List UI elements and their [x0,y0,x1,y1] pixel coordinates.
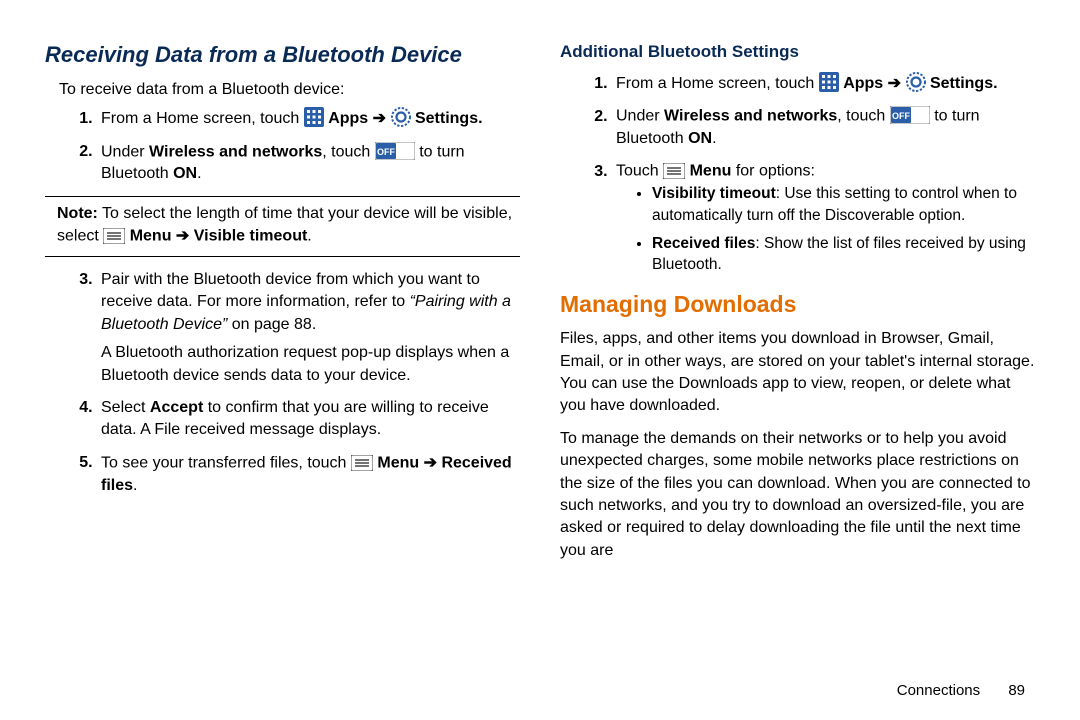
r-s3-a: Touch [616,163,663,180]
right-step-1: From a Home screen, touch Apps ➔ Setting… [612,72,1035,95]
page-content: Receiving Data from a Bluetooth Device T… [0,0,1080,680]
left-step-1: From a Home screen, touch Apps ➔ Setting… [97,107,520,130]
apps-icon [304,107,324,130]
left-step4-accept: Accept [150,399,203,416]
left-step1-text-a: From a Home screen, touch [101,110,304,127]
menu-icon [351,452,373,474]
left-step5-a: To see your transferred files, touch [101,454,351,471]
left-step2-b: Wireless and networks [149,143,322,160]
managing-downloads-p1: Files, apps, and other items you downloa… [560,328,1035,418]
left-heading: Receiving Data from a Bluetooth Device [45,40,520,71]
settings-icon [391,107,411,130]
left-step2-c: , touch [322,143,374,160]
arrow-icon: ➔ [373,110,386,127]
r-s2-b: Wireless and networks [664,108,837,125]
footer-section: Connections [897,682,980,699]
off-toggle-icon [890,105,930,127]
managing-downloads-p2: To manage the demands on their networks … [560,428,1035,562]
note-menu: Menu [130,228,176,245]
settings-icon [906,72,926,95]
r-s1-apps: Apps [843,75,887,92]
left-steps-bottom: Pair with the Bluetooth device from whic… [45,269,520,497]
left-step2-a: Under [101,143,149,160]
r-s2-c: , touch [837,108,889,125]
left-step-2: Under Wireless and networks, touch to tu… [97,141,520,186]
r-s3-b: for options: [731,163,815,180]
right-column: Additional Bluetooth Settings From a Hom… [560,40,1035,660]
r-s2-on: ON [688,130,712,147]
right-steps: From a Home screen, touch Apps ➔ Setting… [560,72,1035,276]
r-s2-a: Under [616,108,664,125]
left-step3-b: on page 88. [227,316,316,333]
off-toggle-icon [375,141,415,163]
b2-label: Received files [652,235,755,252]
r-s1-a: From a Home screen, touch [616,75,819,92]
left-step3-sub: A Bluetooth authorization request pop-up… [101,342,520,387]
left-steps-top: From a Home screen, touch Apps ➔ Setting… [45,107,520,186]
b1-label: Visibility timeout [652,185,776,202]
period: . [712,130,716,147]
note-label: Note: [57,205,98,222]
r-s3-menu: Menu [690,163,732,180]
right-subhead: Additional Bluetooth Settings [560,40,1035,64]
left-step5-menu: Menu [377,454,423,471]
apps-icon [819,72,839,95]
footer-page-number: 89 [1008,682,1025,699]
left-step2-on: ON [173,165,197,182]
right-step-2: Under Wireless and networks, touch to tu… [612,105,1035,150]
left-step1-apps: Apps [328,110,372,127]
left-step-4: Select Accept to confirm that you are wi… [97,397,520,442]
note-vt: Visible timeout [194,228,308,245]
left-column: Receiving Data from a Bluetooth Device T… [45,40,520,660]
period: . [133,477,137,494]
r-s1-settings: Settings. [930,75,998,92]
left-step-5: To see your transferred files, touch Men… [97,452,520,497]
period: . [307,228,311,245]
bullet-received-files: Received files: Show the list of files r… [652,233,1035,276]
left-step-3: Pair with the Bluetooth device from whic… [97,269,520,387]
right-bullets: Visibility timeout: Use this setting to … [634,183,1035,276]
note-box: Note: To select the length of time that … [45,196,520,257]
arrow-icon: ➔ [176,228,189,245]
right-step-3: Touch Menu for options: Visibility timeo… [612,160,1035,276]
menu-icon [663,160,685,182]
orange-heading: Managing Downloads [560,288,1035,320]
left-intro: To receive data from a Bluetooth device: [59,79,520,101]
arrow-icon: ➔ [424,454,437,471]
left-step4-a: Select [101,399,150,416]
left-step1-settings: Settings. [415,110,483,127]
bullet-visibility-timeout: Visibility timeout: Use this setting to … [652,183,1035,226]
period: . [197,165,201,182]
arrow-icon: ➔ [888,75,901,92]
menu-icon [103,225,125,247]
footer: Connections 89 [0,682,1080,699]
